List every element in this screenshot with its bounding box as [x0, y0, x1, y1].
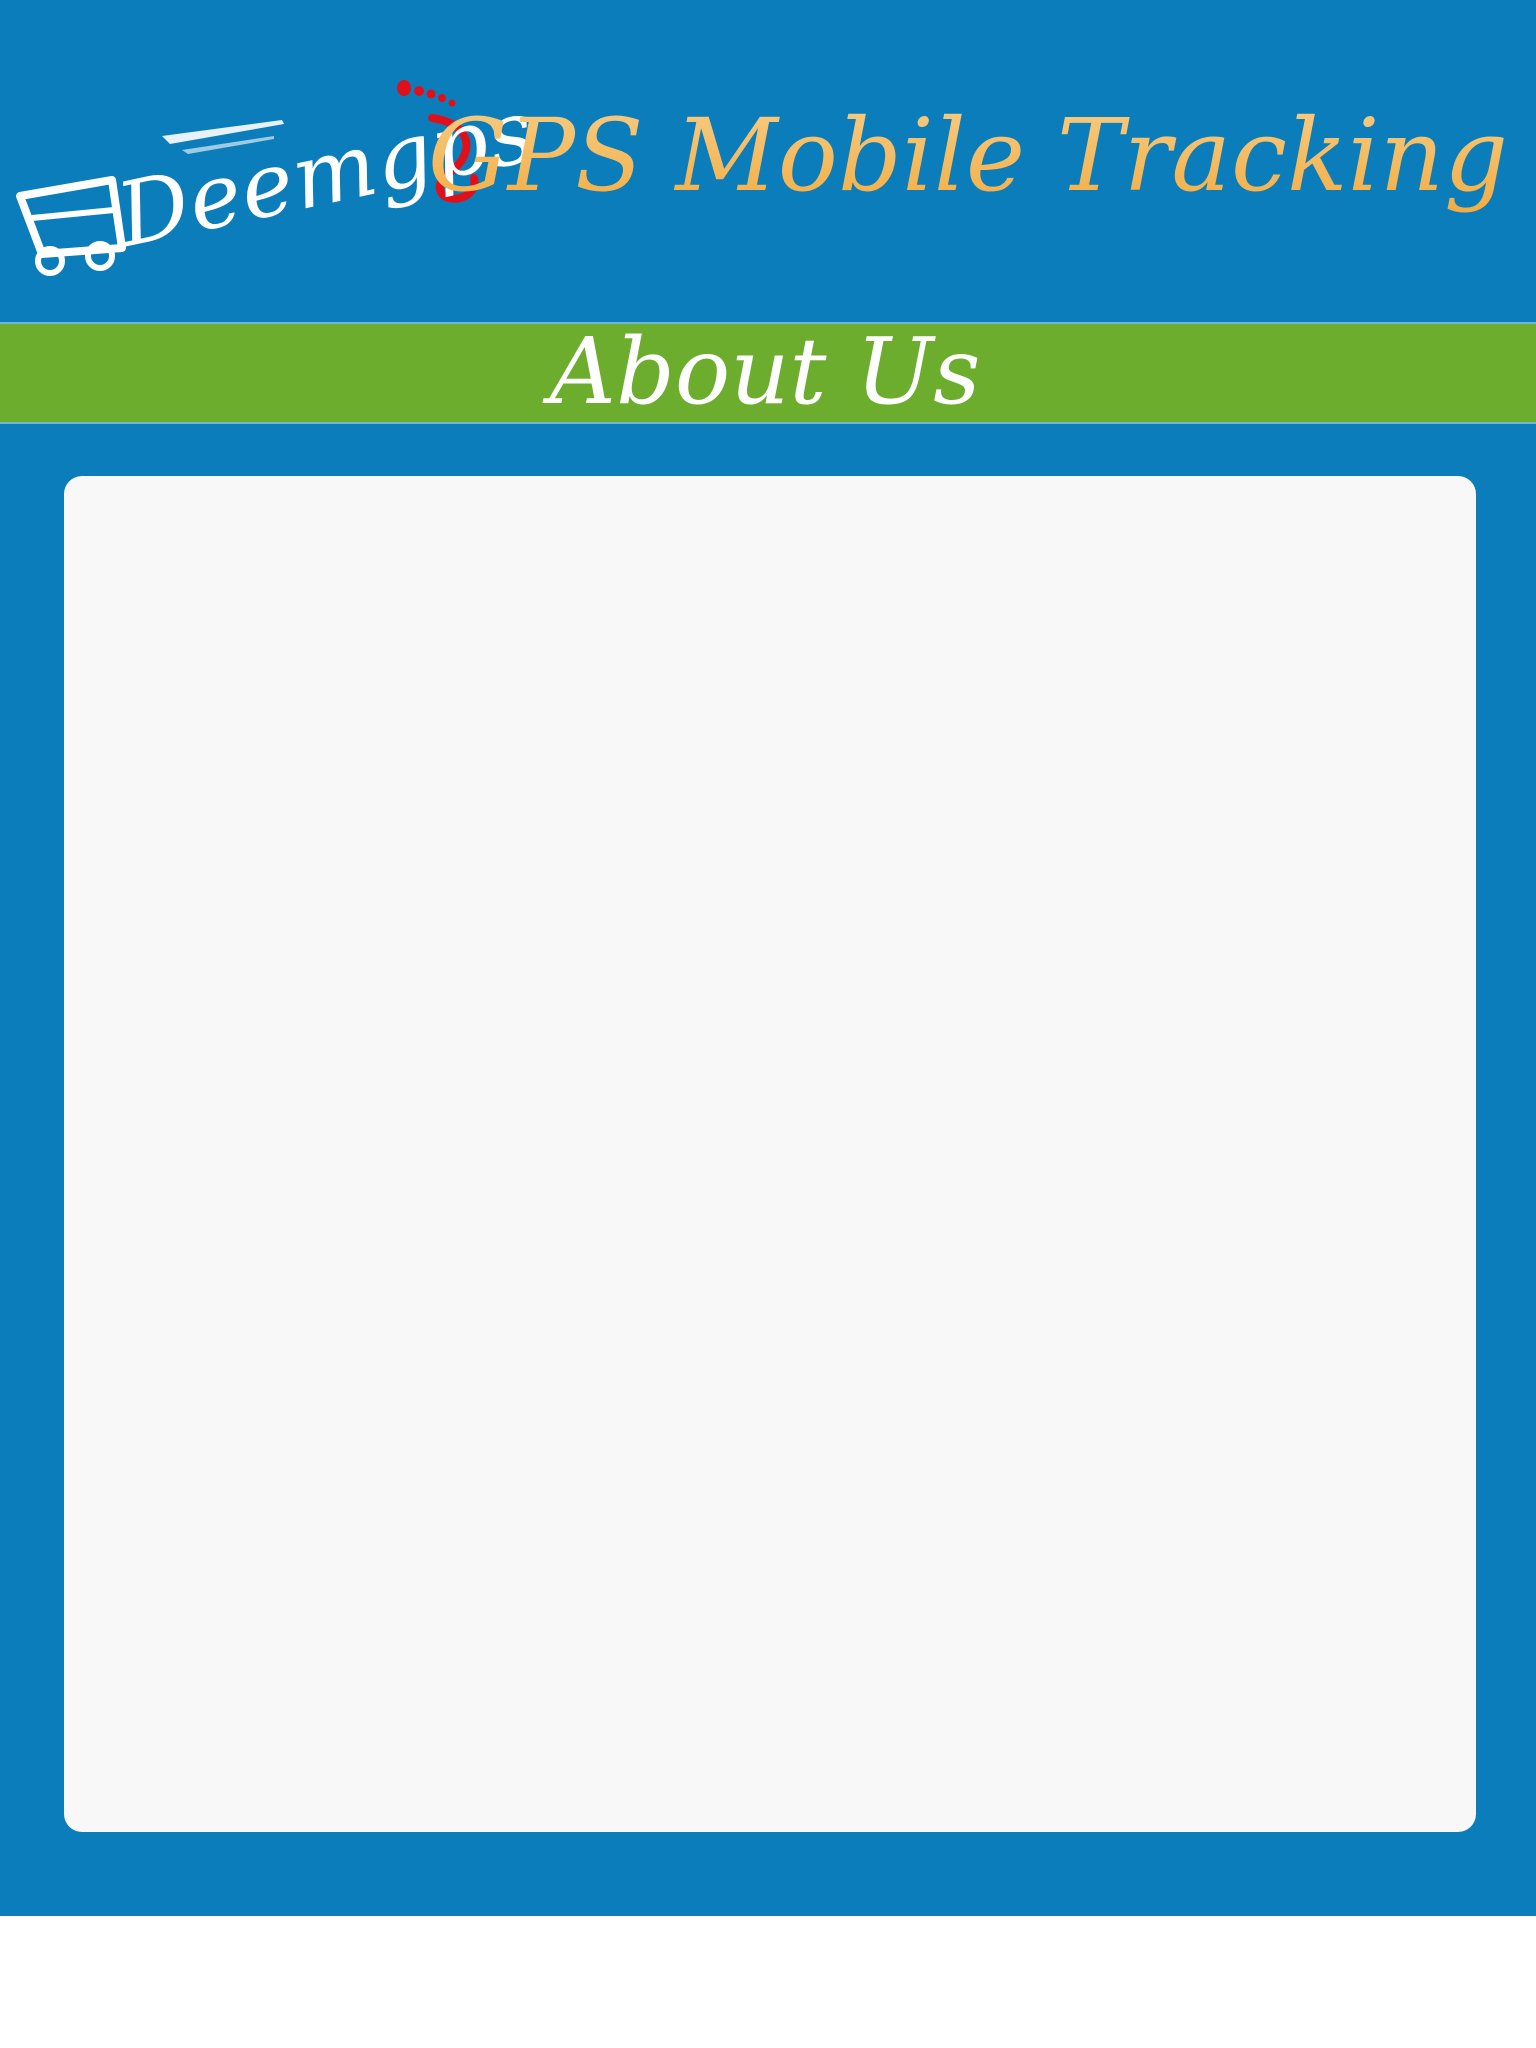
section-header-bar: About Us [0, 322, 1536, 424]
app-screen: Deemgps GPS Mobile Tracking About Us [0, 0, 1536, 1916]
brand-logo[interactable]: Deemgps [12, 78, 544, 278]
about-content-panel [64, 476, 1476, 1832]
section-title: About Us [549, 318, 981, 425]
app-title: GPS Mobile Tracking [428, 86, 1508, 226]
header: Deemgps GPS Mobile Tracking [0, 0, 1536, 320]
